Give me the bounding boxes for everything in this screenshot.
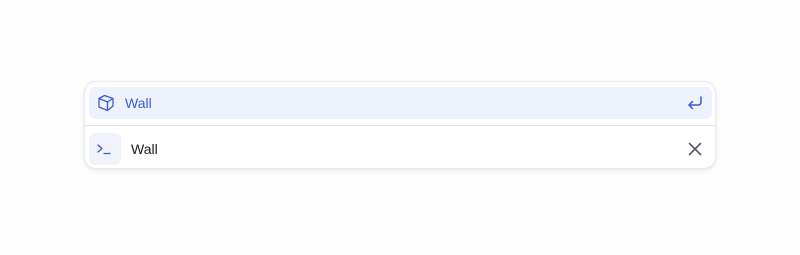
divider: [85, 125, 715, 126]
terminal-prompt-icon: [89, 133, 121, 165]
cube-icon: [97, 94, 115, 112]
command-input[interactable]: [131, 139, 671, 159]
command-palette: Wall: [84, 81, 716, 169]
close-icon[interactable]: [687, 141, 703, 157]
suggestion-item-wall[interactable]: Wall: [89, 87, 712, 119]
suggestion-label: Wall: [125, 95, 152, 111]
enter-return-icon[interactable]: [687, 95, 704, 111]
